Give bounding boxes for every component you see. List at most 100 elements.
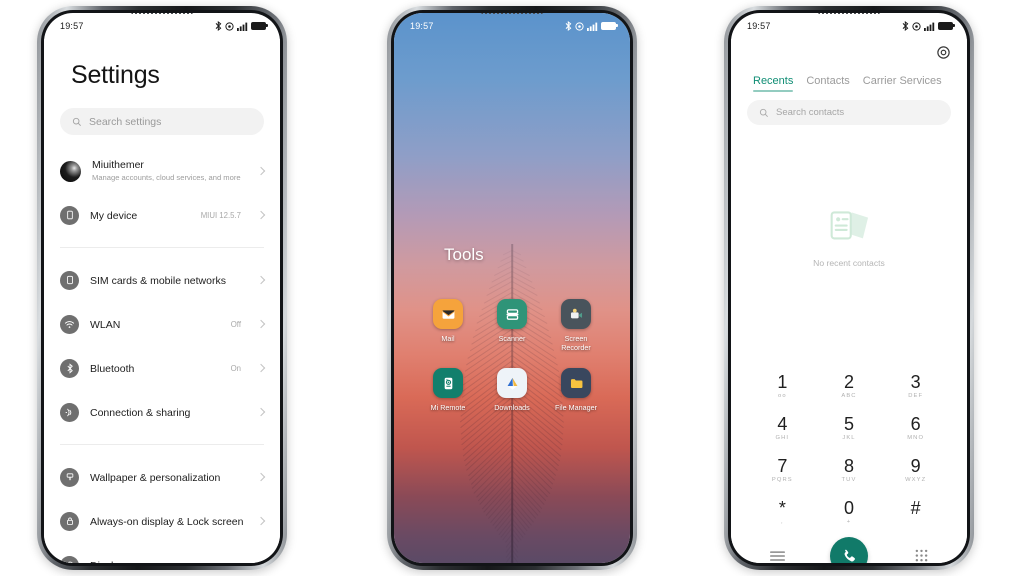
display-icon: [60, 555, 79, 563]
bluetooth-icon: [902, 21, 909, 31]
mail-icon: [433, 299, 463, 329]
key-digit: 7: [777, 456, 788, 476]
dialpad-key-1[interactable]: 1 oo: [749, 365, 816, 407]
dialpad-key-7[interactable]: 7 PQRS: [749, 449, 816, 491]
tab-carrier-services[interactable]: Carrier Services: [863, 75, 942, 92]
key-digit: 1: [777, 372, 788, 392]
search-settings-input[interactable]: Search settings: [60, 108, 264, 135]
app-file-manager[interactable]: File Manager: [544, 368, 608, 412]
folder-title: Tools: [444, 245, 484, 264]
row-label: WLAN: [90, 319, 121, 331]
key-digit: 5: [843, 414, 854, 434]
chevron-right-icon: [256, 363, 266, 373]
row-label: Always-on display & Lock screen: [90, 516, 244, 528]
key-letters: +: [846, 519, 852, 525]
row-label: SIM cards & mobile networks: [90, 275, 226, 287]
gear-icon[interactable]: [936, 45, 951, 65]
dialpad-key-9[interactable]: 9 WXYZ: [882, 449, 949, 491]
dialpad-key-8[interactable]: 8 TUV: [816, 449, 883, 491]
home-screen: 19:57 Tools Mail Scanner Screen Recorder…: [394, 13, 630, 563]
app-downloads[interactable]: Downloads: [480, 368, 544, 412]
row-label: Display: [90, 560, 124, 563]
sim-icon: [60, 270, 79, 290]
key-digit: 0: [843, 498, 854, 518]
keypad-grid-icon[interactable]: [911, 546, 931, 563]
empty-state: No recent contacts: [731, 125, 967, 365]
settings-row-miuithemer[interactable]: Miuithemer Manage accounts, cloud servic…: [44, 149, 280, 193]
call-button[interactable]: [830, 537, 868, 563]
phone-bezel: 19:57 Recents Contacts Carrier Services …: [728, 10, 970, 566]
key-letters: oo: [778, 393, 787, 399]
app-label: File Manager: [555, 403, 597, 412]
screenshot-stage: 19:57 Settings Search settings Miuitheme…: [0, 0, 1024, 576]
key-digit: 8: [843, 456, 854, 476]
row-value: Off: [230, 319, 241, 329]
dnd-icon: [225, 21, 234, 31]
divider: [60, 247, 264, 248]
key-letters: ,: [780, 519, 784, 525]
settings-row-bluetooth[interactable]: Bluetooth On: [44, 346, 280, 390]
menu-icon[interactable]: [767, 546, 787, 563]
search-contacts-input[interactable]: Search contacts: [747, 100, 951, 125]
avatar: [60, 160, 81, 182]
settings-row-lock-screen[interactable]: Always-on display & Lock screen: [44, 499, 280, 543]
phone-settings: 19:57 Settings Search settings Miuitheme…: [37, 6, 287, 570]
chevron-right-icon: [256, 560, 266, 563]
battery-icon: [601, 22, 618, 30]
earpiece-speaker: [481, 13, 543, 14]
row-text: Always-on display & Lock screen: [90, 512, 247, 530]
dialpad-key-0[interactable]: 0 +: [816, 491, 883, 533]
status-bar: 19:57: [44, 13, 280, 39]
app-label: Downloads: [494, 403, 530, 412]
phone-dialer: 19:57 Recents Contacts Carrier Services …: [724, 6, 974, 570]
dialer-tabs: Recents Contacts Carrier Services: [731, 65, 967, 92]
signal-icon: [587, 22, 598, 31]
app-mail[interactable]: Mail: [416, 299, 480, 352]
app-label: Screen Recorder: [561, 334, 591, 352]
row-value: MIUI 12.5.7: [200, 210, 241, 220]
tab-contacts[interactable]: Contacts: [806, 75, 849, 92]
dialpad-key-star[interactable]: *,: [749, 491, 816, 533]
scanner-icon: [497, 299, 527, 329]
app-scanner[interactable]: Scanner: [480, 299, 544, 352]
settings-row-my-device[interactable]: My device MIUI 12.5.7: [44, 193, 280, 237]
settings-row-wallpaper[interactable]: Wallpaper & personalization: [44, 455, 280, 499]
dialpad-key-hash[interactable]: #: [882, 491, 949, 533]
dnd-icon: [912, 21, 921, 31]
row-text: SIM cards & mobile networks: [90, 271, 247, 289]
settings-row-wlan[interactable]: WLAN Off: [44, 302, 280, 346]
key-digit: 6: [910, 414, 921, 434]
chevron-right-icon: [256, 166, 266, 176]
phone-screen-settings: 19:57 Settings Search settings Miuitheme…: [44, 13, 280, 563]
settings-row-display[interactable]: Display: [44, 543, 280, 563]
lock-icon: [60, 511, 79, 531]
wifi-icon: [60, 314, 79, 334]
row-text: Bluetooth: [90, 359, 220, 377]
app-mi-remote[interactable]: Mi Remote: [416, 368, 480, 412]
row-label: My device: [90, 210, 138, 222]
app-screen-recorder[interactable]: Screen Recorder: [544, 299, 608, 352]
dialpad-key-2[interactable]: 2 ABC: [816, 365, 883, 407]
settings-row-connection-sharing[interactable]: Connection & sharing: [44, 390, 280, 434]
dialpad-key-3[interactable]: 3 DEF: [882, 365, 949, 407]
settings-group-display: Wallpaper & personalization Always-on di…: [44, 451, 280, 563]
signal-icon: [924, 22, 935, 31]
chevron-right-icon: [256, 210, 266, 220]
tab-recents[interactable]: Recents: [753, 75, 794, 92]
settings-row-sim-cards[interactable]: SIM cards & mobile networks: [44, 258, 280, 302]
phone-screen-home: 19:57 Tools Mail Scanner Screen Recorder…: [394, 13, 630, 563]
settings-list: Miuithemer Manage accounts, cloud servic…: [44, 145, 280, 563]
phone-bezel: 19:57 Tools Mail Scanner Screen Recorder…: [391, 10, 633, 566]
key-letters: ABC: [841, 393, 857, 399]
dialpad-key-6[interactable]: 6 MNO: [882, 407, 949, 449]
dialpad-key-4[interactable]: 4 GHI: [749, 407, 816, 449]
phone-icon: [844, 549, 855, 561]
phone-home: 19:57 Tools Mail Scanner Screen Recorder…: [387, 6, 637, 570]
dialpad-key-5[interactable]: 5 JKL: [816, 407, 883, 449]
row-text: My device: [90, 206, 190, 224]
row-text: Display: [90, 556, 247, 563]
chevron-right-icon: [256, 472, 266, 482]
contact-cards-icon: [830, 210, 869, 239]
key-digit: 9: [910, 456, 921, 476]
row-label: Wallpaper & personalization: [90, 472, 221, 484]
